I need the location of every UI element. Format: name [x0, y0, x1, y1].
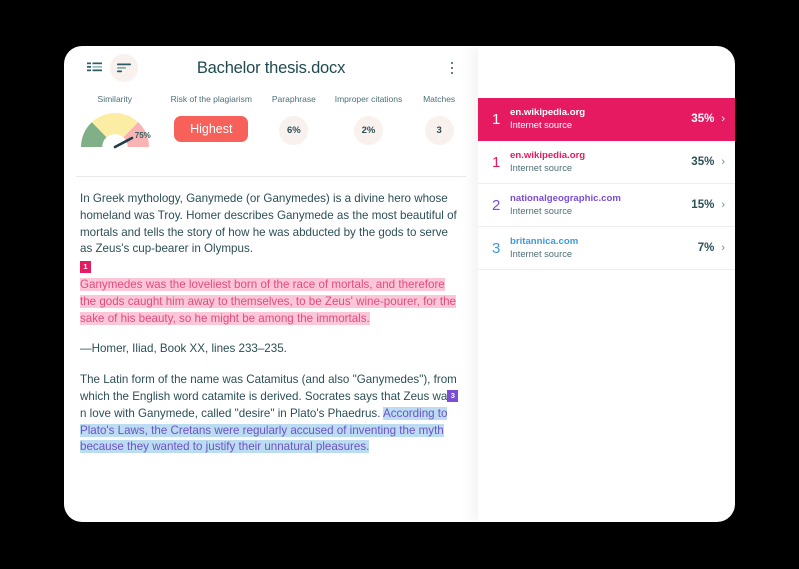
- list-view-icon[interactable]: [80, 54, 108, 82]
- paragraph-intro: In Greek mythology, Ganymede (or Ganymed…: [80, 192, 457, 256]
- risk-status-badge: Highest: [174, 116, 249, 142]
- metric-similarity: Similarity 75%: [72, 94, 158, 149]
- metric-risk-label: Risk of the plagiarism: [170, 94, 252, 104]
- match-badge-1[interactable]: 1: [80, 261, 91, 274]
- source-percent: 35%: [691, 113, 715, 125]
- document-panel: Bachelor thesis.docx Similarity 75% Risk…: [64, 46, 478, 522]
- source-row[interactable]: 1 en.wikipedia.org Internet source 35% ›: [478, 98, 735, 141]
- source-percent: 7%: [697, 242, 715, 254]
- source-name: en.wikipedia.org: [510, 107, 586, 118]
- source-name: britannica.com: [510, 236, 579, 247]
- metrics-bar: Similarity 75% Risk of the plagiarism Hi…: [64, 90, 478, 168]
- source-type: Internet source: [510, 206, 573, 216]
- source-row[interactable]: 2 nationalgeographic.com Internet source 15…: [478, 184, 735, 227]
- source-percent: 35%: [691, 156, 715, 168]
- quote-match-1[interactable]: 1 Ganymedes was the loveliest born of th…: [80, 260, 462, 327]
- metric-improper-citations-label: Improper citations: [334, 94, 403, 104]
- match-badge-3[interactable]: 3: [447, 389, 459, 402]
- chevron-right-icon[interactable]: ›: [721, 199, 725, 211]
- source-rank: 2: [492, 196, 501, 214]
- chevron-right-icon[interactable]: ›: [721, 156, 725, 168]
- source-percent: 15%: [691, 199, 715, 211]
- paragraph-text-part1: The Latin form of the name was Catamitus…: [80, 373, 457, 403]
- app-stage: Bachelor thesis.docx Similarity 75% Risk…: [0, 0, 799, 569]
- document-content: In Greek mythology, Ganymede (or Ganymed…: [64, 177, 478, 456]
- source-meta: en.wikipedia.org Internet source: [510, 107, 691, 131]
- improper-citations-value: 2%: [353, 116, 383, 145]
- highlighted-quote-text[interactable]: Ganymedes was the loveliest born of the …: [80, 277, 456, 325]
- sources-panel: 1 en.wikipedia.org Internet source 35% › 1 en.…: [478, 46, 735, 522]
- metric-risk: Risk of the plagiarism Highest: [158, 94, 265, 142]
- source-row[interactable]: 3 britannica.com Internet source 7% ›: [478, 227, 735, 270]
- source-name: nationalgeographic.com: [510, 193, 621, 204]
- view-mode-group: [80, 54, 138, 82]
- similarity-value: 75%: [134, 131, 151, 140]
- source-meta: britannica.com Internet source: [510, 236, 698, 260]
- source-rank: 1: [492, 110, 501, 128]
- source-meta: nationalgeographic.com Internet source: [510, 193, 691, 217]
- similarity-gauge: 75%: [77, 109, 153, 149]
- paragraph-text-part2: n love with Ganymede, called "desire" in…: [80, 406, 384, 420]
- document-toolbar: Bachelor thesis.docx: [64, 46, 478, 90]
- quote-attribution: —Homer, Iliad, Book XX, lines 233–235.: [80, 342, 287, 356]
- metric-improper-citations: Improper citations 2%: [323, 94, 415, 145]
- metric-matches: Matches 3: [414, 94, 464, 145]
- chevron-right-icon[interactable]: ›: [721, 113, 725, 125]
- paraphrase-value: 6%: [279, 116, 309, 145]
- kebab-menu-icon[interactable]: [442, 56, 462, 80]
- chevron-right-icon[interactable]: ›: [721, 242, 725, 254]
- source-type: Internet source: [510, 163, 573, 173]
- source-type: Internet source: [510, 120, 573, 130]
- metric-paraphrase: Paraphrase 6%: [265, 94, 323, 145]
- sources-list: 1 en.wikipedia.org Internet source 35% › 1 en.…: [478, 98, 735, 270]
- source-type: Internet source: [510, 249, 573, 259]
- sorted-list-view-icon[interactable]: [110, 54, 138, 82]
- metric-paraphrase-label: Paraphrase: [271, 94, 316, 104]
- metric-matches-label: Matches: [423, 94, 456, 104]
- paragraph-latin-form: The Latin form of the name was Catamitus…: [80, 372, 462, 456]
- source-meta: en.wikipedia.org Internet source: [510, 150, 691, 174]
- source-rank: 1: [492, 153, 501, 171]
- source-name: en.wikipedia.org: [510, 150, 586, 161]
- metric-similarity-label: Similarity: [97, 94, 133, 104]
- matches-value: 3: [424, 116, 454, 145]
- sources-panel-spacer: [478, 46, 735, 98]
- source-rank: 3: [492, 239, 501, 257]
- source-row[interactable]: 1 en.wikipedia.org Internet source 35% ›: [478, 141, 735, 184]
